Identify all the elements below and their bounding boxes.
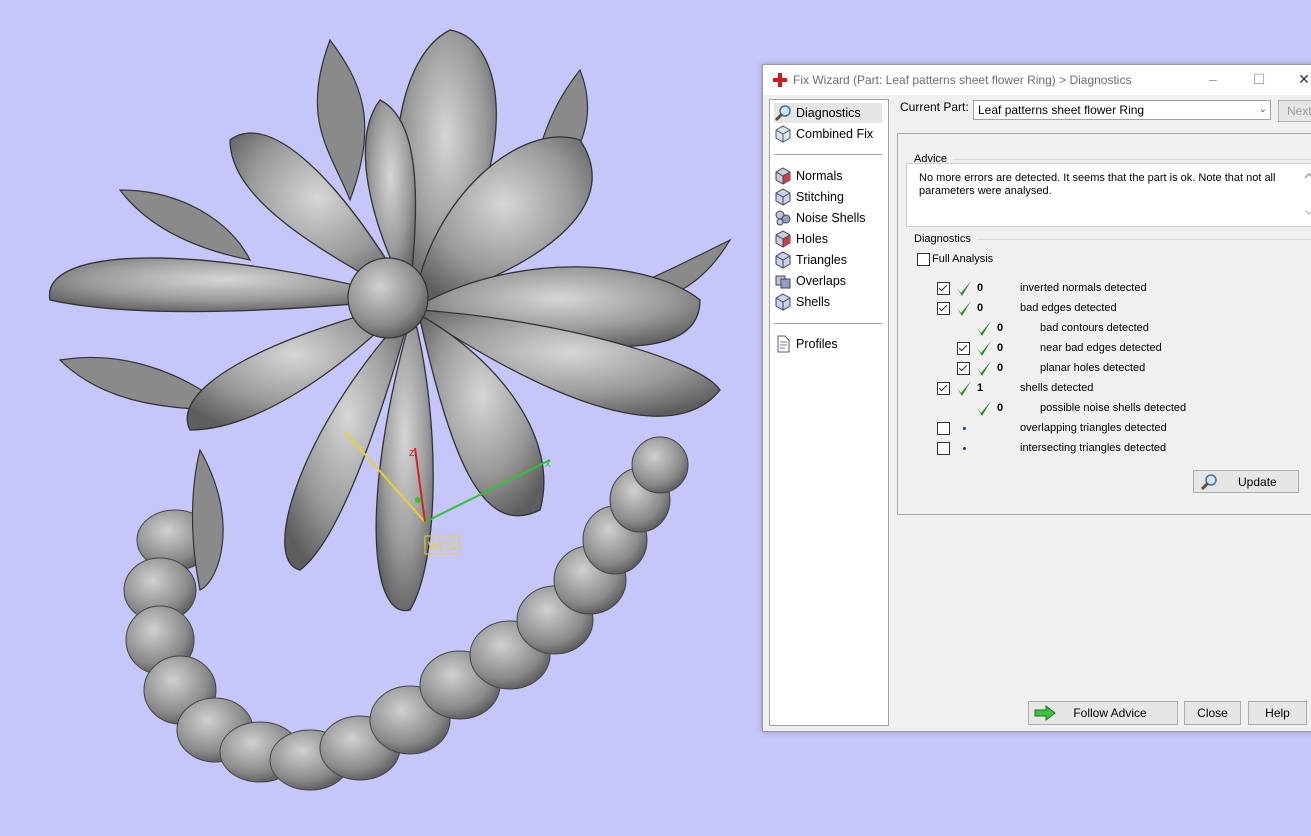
close-window-button[interactable]: ✕ [1290,69,1311,89]
diagnostics-group-label: Diagnostics [914,233,971,245]
full-analysis-label: Full Analysis [932,253,994,265]
diagnostic-label: bad edges detected [1020,302,1117,314]
cube-blue-icon [775,293,791,311]
cube-red-icon [775,167,791,185]
next-button[interactable]: Next [1278,100,1311,122]
diagnostic-label: inverted normals detected [1020,282,1147,294]
update-button[interactable]: Update [1193,470,1299,493]
current-part-select[interactable]: Leaf patterns sheet flower Ring ⌄ [973,100,1271,120]
diagnostic-checkbox[interactable] [937,302,950,315]
document-icon [777,335,790,353]
diagnostic-checkbox[interactable] [937,282,950,295]
maximize-button[interactable]: ☐ [1245,69,1273,89]
minimize-button[interactable]: – [1199,69,1227,89]
nav-item-label: Shells [796,295,831,309]
nav-item-holes[interactable]: Holes [774,229,882,249]
pending-dot-icon [963,427,966,430]
check-mark-icon [957,381,971,396]
diagnostic-count: 1 [977,382,984,394]
overlap-icon [775,275,791,289]
nav-item-label: Overlaps [796,274,847,288]
group-divider [953,159,1311,160]
full-analysis-checkbox[interactable] [917,253,930,266]
nav-item-label: Stitching [796,190,844,204]
diagnostic-label: possible noise shells detected [1040,402,1187,414]
pending-dot-icon [963,447,966,450]
cube-blue-icon [775,188,791,206]
check-mark-icon [977,341,991,356]
nav-item-noise-shells[interactable]: Noise Shells [774,208,882,228]
advice-text-box[interactable]: No more errors are detected. It seems th… [906,163,1311,227]
nav-separator [774,154,882,155]
nav-separator [774,323,882,324]
cube-red-icon [775,230,791,248]
chevron-down-icon: ⌄ [1258,104,1267,115]
diagnostic-count: 0 [997,342,1004,354]
diagnostic-checkbox[interactable] [957,362,970,375]
nav-item-profiles[interactable]: Profiles [774,334,882,354]
diagnostic-checkbox[interactable] [937,382,950,395]
check-mark-icon [977,361,991,376]
noise-icon [775,210,791,226]
diagnostic-count: 0 [997,322,1004,334]
check-mark-icon [957,281,971,296]
group-divider [977,239,1311,240]
diagnostic-checkbox[interactable] [937,442,950,455]
nav-item-label: Holes [796,232,828,246]
advice-scrollbar[interactable] [1301,164,1311,226]
nav-item-overlaps[interactable]: Overlaps [774,271,882,291]
cube-icon [775,125,791,143]
follow-advice-button[interactable]: Follow Advice [1028,701,1178,725]
title-bar[interactable]: Fix Wizard (Part: Leaf patterns sheet fl… [763,65,1311,95]
nav-item-stitching[interactable]: Stitching [774,187,882,207]
diagnostic-label: overlapping triangles detected [1020,422,1167,434]
z-axis-label: z [409,447,415,459]
nav-item-label: Noise Shells [796,211,866,225]
check-mark-icon [977,321,991,336]
diagnostic-count: 0 [977,302,984,314]
fix-wizard-dialog: Fix Wizard (Part: Leaf patterns sheet fl… [762,64,1311,732]
nav-item-shells[interactable]: Shells [774,292,882,312]
wcs-label: WCS [428,539,456,553]
nav-item-label: Normals [796,169,843,183]
diagnostic-label: bad contours detected [1040,322,1149,334]
diagnostic-label: intersecting triangles detected [1020,442,1167,454]
nav-item-normals[interactable]: Normals [774,166,882,186]
update-label: Update [1238,474,1277,489]
cube-blue-icon [775,251,791,269]
green-arrow-icon [1034,705,1056,721]
diagnostic-count: 0 [977,282,984,294]
nav-item-label: Combined Fix [796,127,874,141]
nav-item-label: Diagnostics [796,106,861,120]
red-cross-icon [773,73,787,87]
scroll-arrows-icon [1304,173,1311,215]
close-button[interactable]: Close [1184,701,1241,725]
wizard-nav-panel: Diagnostics Combined Fix Normals Stitchi… [769,99,889,726]
diagnostic-checkbox[interactable] [937,422,950,435]
nav-item-label: Profiles [796,337,838,351]
diagnostic-checkbox[interactable] [957,342,970,355]
check-mark-icon [977,401,991,416]
check-mark-icon [957,301,971,316]
help-button[interactable]: Help [1248,701,1307,725]
magnifier-icon [774,105,791,122]
advice-text: No more errors are detected. It seems th… [919,172,1276,197]
flower-center [347,257,429,339]
nav-item-diagnostics[interactable]: Diagnostics [774,103,882,123]
x-axis-label: x [545,458,551,470]
diagnostic-label: planar holes detected [1040,362,1146,374]
diagnostic-label: near bad edges detected [1040,342,1162,354]
diagnostic-label: shells detected [1020,382,1094,394]
diagnostic-count: 0 [997,362,1004,374]
nav-item-triangles[interactable]: Triangles [774,250,882,270]
follow-advice-label: Follow Advice [1073,706,1147,720]
nav-item-combined-fix[interactable]: Combined Fix [774,124,882,144]
current-part-label: Current Part: [900,100,969,114]
dialog-title: Fix Wizard (Part: Leaf patterns sheet fl… [793,73,1132,87]
nav-item-label: Triangles [796,253,847,267]
diagnostic-count: 0 [997,402,1004,414]
magnifier-icon [1200,473,1217,490]
current-part-value: Leaf patterns sheet flower Ring [978,103,1145,117]
